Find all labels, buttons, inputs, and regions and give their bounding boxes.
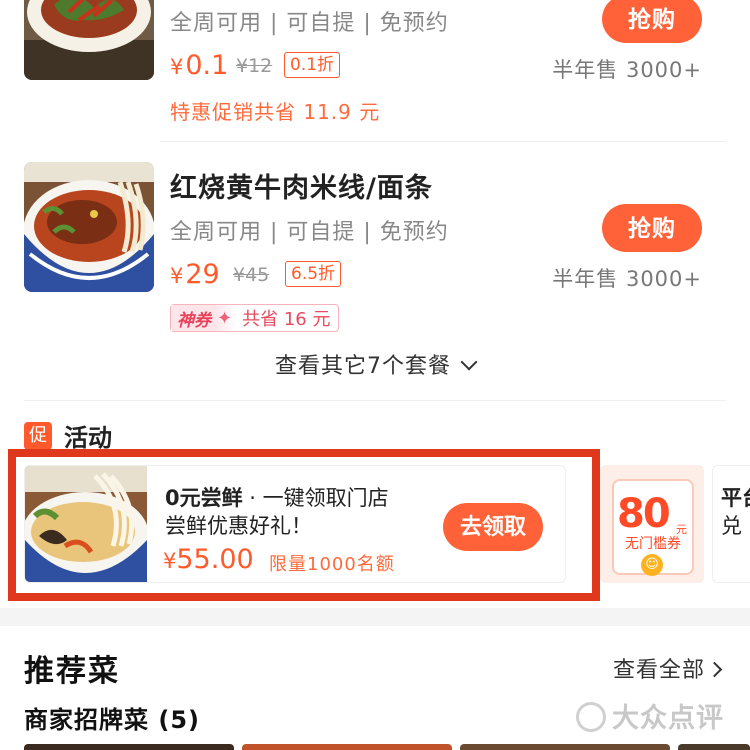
shenquan-label: 神券 <box>171 305 215 331</box>
divider <box>24 400 726 401</box>
dish-thumbnail[interactable] <box>678 744 750 750</box>
buy-button[interactable]: 抢购 <box>602 204 702 252</box>
deal-availability: 全周可用 | 可自提 | 免预约 <box>170 11 449 36</box>
platform-card-subtitle: 兑 <box>721 514 742 538</box>
dish-thumbnail[interactable] <box>24 744 234 750</box>
see-all-label: 查看全部 <box>612 658 705 683</box>
promo-badge: 促 <box>24 421 52 450</box>
signature-dishes-title: 商家招牌菜 (5) <box>24 706 200 734</box>
smiley-icon: ☺ <box>641 554 663 576</box>
coupon-tag: 神券 ✦ 共省 16 元 <box>170 304 340 332</box>
deal-item-2[interactable]: 红烧黄牛肉米线/面条 全周可用 | 可自提 | 免预约 抢购 ¥29 ¥45 6… <box>0 150 750 345</box>
deal-title[interactable]: 红烧黄牛肉米线/面条 <box>170 166 433 205</box>
sparkle-icon: ✦ <box>215 305 237 331</box>
deal-item-1[interactable]: 全周可用 | 可自提 | 免预约 抢购 ¥0.1 ¥12 0.1折 半年售 30… <box>0 0 750 140</box>
platform-card-title: 平台 <box>721 486 750 510</box>
coupon-savings: 共省 16 元 <box>242 309 331 330</box>
food-image <box>24 0 154 80</box>
discount-badge: 6.5折 <box>285 261 342 287</box>
section-separator <box>0 608 750 626</box>
chevron-right-icon <box>706 661 723 678</box>
activity-header: 促 活动 <box>24 418 112 453</box>
highlight-frame <box>8 449 600 601</box>
see-all-link[interactable]: 查看全部 <box>612 652 723 684</box>
dish-thumbnail[interactable] <box>242 744 452 750</box>
divider <box>160 141 726 142</box>
beef-noodle-image <box>24 162 154 292</box>
deal-thumbnail <box>24 0 154 80</box>
dianping-logo-icon <box>576 701 606 732</box>
dianping-watermark: 大众点评 <box>576 696 724 735</box>
platform-activity-card[interactable]: 平台 兑 <box>712 465 750 583</box>
buy-button[interactable]: 抢购 <box>602 0 702 43</box>
chevron-down-icon <box>460 353 478 371</box>
promo-savings: 特惠促销共省 11.9 元 <box>170 100 381 124</box>
dish-thumbnail[interactable] <box>460 744 670 750</box>
coupon-activity-card[interactable]: 80 元 无门槛券 ☺ <box>600 465 704 583</box>
deal-price: ¥29 <box>170 259 220 290</box>
sold-count: 半年售 3000+ <box>552 267 702 291</box>
more-packages-link[interactable]: 查看其它7个套餐 <box>0 348 750 380</box>
deal-thumbnail <box>24 162 154 292</box>
more-packages-label: 查看其它7个套餐 <box>275 354 451 379</box>
original-price: ¥12 <box>236 55 273 77</box>
deal-price: ¥0.1 <box>170 50 229 81</box>
sold-count: 半年售 3000+ <box>552 58 702 82</box>
original-price: ¥45 <box>233 264 270 286</box>
coupon-ticket: 80 元 无门槛券 ☺ <box>612 479 694 576</box>
coupon-amount: 80 <box>617 491 671 537</box>
coupon-label: 无门槛券 <box>625 536 681 552</box>
deal-availability: 全周可用 | 可自提 | 免预约 <box>170 220 449 245</box>
discount-badge: 0.1折 <box>284 52 341 78</box>
activity-title: 活动 <box>64 424 112 452</box>
recommended-title: 推荐菜 <box>24 654 120 689</box>
